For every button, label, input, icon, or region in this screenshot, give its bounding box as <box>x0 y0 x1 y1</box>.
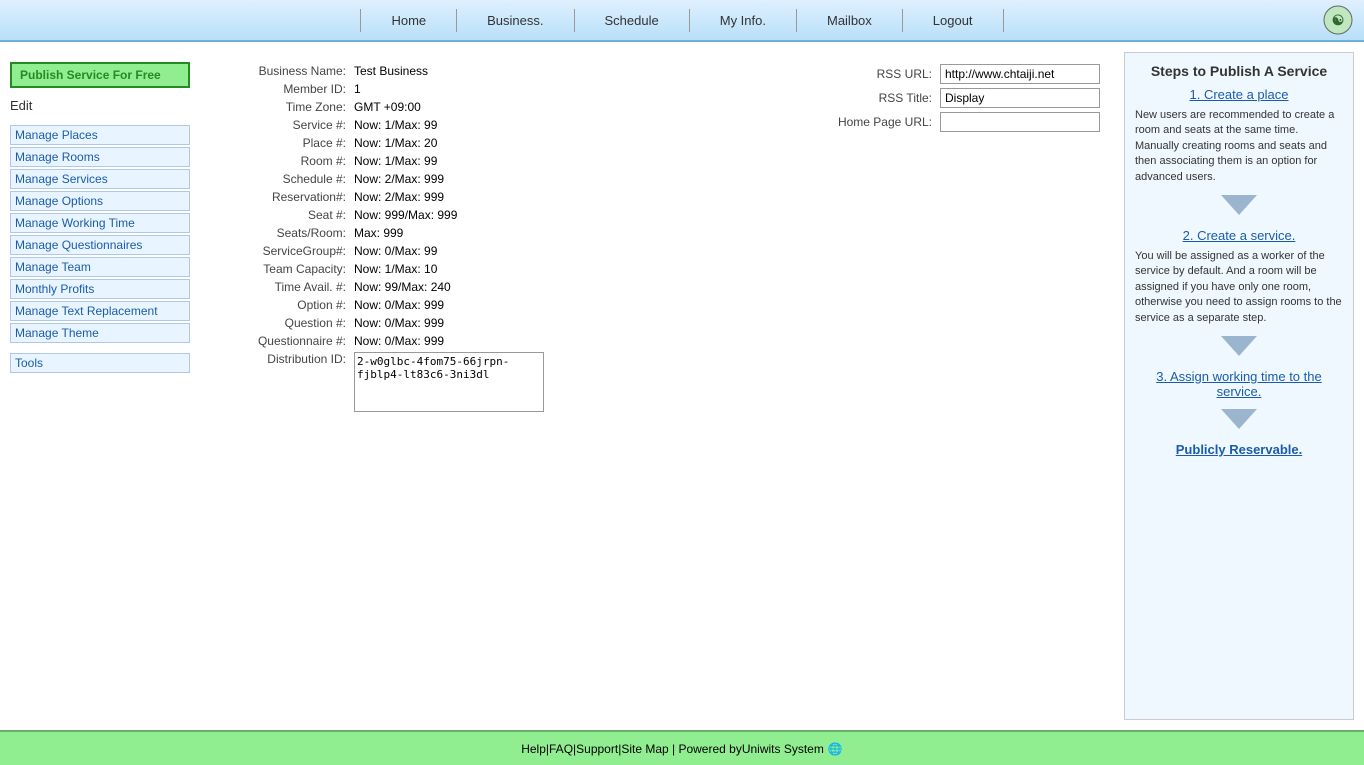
step2-text: You will be assigned as a worker of the … <box>1135 249 1343 326</box>
center-content: RSS URL: RSS Title: Home Page URL: <box>200 52 1114 720</box>
nav-home[interactable]: Home <box>360 9 457 32</box>
field-value-reservation-num: Now: 2/Max: 999 <box>350 188 740 206</box>
footer-bar: Help | FAQ | Support | Site Map | Powere… <box>0 730 1364 765</box>
field-value-servicegroup-num: Now: 0/Max: 99 <box>350 242 740 260</box>
field-value-service-num: Now: 1/Max: 99 <box>350 116 740 134</box>
edit-link[interactable]: Edit <box>10 98 190 113</box>
field-label-schedule-num: Schedule #: <box>210 170 350 188</box>
arrow-down-2 <box>1135 332 1343 363</box>
steps-panel: Steps to Publish A Service 1. Create a p… <box>1124 52 1354 720</box>
step3-link[interactable]: 3. Assign working time to the service. <box>1135 369 1343 399</box>
sidebar-item-manage-options[interactable]: Manage Options <box>10 191 190 211</box>
field-value-seat-num: Now: 999/Max: 999 <box>350 206 740 224</box>
field-label-question-num: Question #: <box>210 314 350 332</box>
field-value-questionnaire-num: Now: 0/Max: 999 <box>350 332 740 350</box>
field-label-time-zone: Time Zone: <box>210 98 350 116</box>
footer-faq-link[interactable]: FAQ <box>549 742 573 756</box>
arrow-down-3 <box>1135 405 1343 436</box>
field-label-place-num: Place #: <box>210 134 350 152</box>
top-navigation: Home Business. Schedule My Info. Mailbox… <box>0 0 1364 42</box>
field-value-room-num: Now: 1/Max: 99 <box>350 152 740 170</box>
rss-section: RSS URL: RSS Title: Home Page URL: <box>834 62 1104 134</box>
field-value-member-id: 1 <box>350 80 740 98</box>
svg-text:☯: ☯ <box>1332 12 1345 28</box>
sidebar-item-manage-services[interactable]: Manage Services <box>10 169 190 189</box>
field-value-time-avail-num: Now: 99/Max: 240 <box>350 278 740 296</box>
footer-sitemap-link[interactable]: Site Map <box>621 742 668 756</box>
sidebar-item-manage-theme[interactable]: Manage Theme <box>10 323 190 343</box>
main-content: Publish Service For Free Edit Manage Pla… <box>0 42 1364 730</box>
arrow-down-1 <box>1135 191 1343 222</box>
sidebar-item-manage-team[interactable]: Manage Team <box>10 257 190 277</box>
step1-text: New users are recommended to create a ro… <box>1135 108 1343 185</box>
nav-mailbox[interactable]: Mailbox <box>797 9 903 32</box>
top-logo: ☯ <box>1322 4 1354 36</box>
field-label-service-num: Service #: <box>210 116 350 134</box>
footer-help-link[interactable]: Help <box>521 742 546 756</box>
sidebar-item-manage-places[interactable]: Manage Places <box>10 125 190 145</box>
field-value-schedule-num: Now: 2/Max: 999 <box>350 170 740 188</box>
field-value-seats-room: Max: 999 <box>350 224 740 242</box>
field-label-business-name: Business Name: <box>210 62 350 80</box>
sidebar-item-manage-questionnaires[interactable]: Manage Questionnaires <box>10 235 190 255</box>
sidebar-item-manage-rooms[interactable]: Manage Rooms <box>10 147 190 167</box>
field-value-question-num: Now: 0/Max: 999 <box>350 314 740 332</box>
rss-title-input[interactable] <box>940 88 1100 108</box>
business-info-table: Business Name: Test Business Member ID: … <box>210 62 740 414</box>
field-value-distribution-id: 2-w0glbc-4fom75-66jrpn-fjblp4-lt83c6-3ni… <box>350 350 740 414</box>
business-info-area: RSS URL: RSS Title: Home Page URL: <box>210 62 1104 414</box>
field-label-member-id: Member ID: <box>210 80 350 98</box>
field-label-team-capacity: Team Capacity: <box>210 260 350 278</box>
distribution-id-textarea[interactable]: 2-w0glbc-4fom75-66jrpn-fjblp4-lt83c6-3ni… <box>354 352 544 412</box>
footer-powered-name-link[interactable]: Uniwits System <box>742 742 824 756</box>
field-label-time-avail-num: Time Avail. #: <box>210 278 350 296</box>
step1-link[interactable]: 1. Create a place <box>1135 87 1343 102</box>
field-label-seat-num: Seat #: <box>210 206 350 224</box>
field-label-distribution-id: Distribution ID: <box>210 350 350 414</box>
field-label-reservation-num: Reservation#: <box>210 188 350 206</box>
field-value-option-num: Now: 0/Max: 999 <box>350 296 740 314</box>
rss-url-label: RSS URL: <box>834 62 936 86</box>
publicly-reservable-label[interactable]: Publicly Reservable. <box>1135 442 1343 457</box>
distribution-id-container: 2-w0glbc-4fom75-66jrpn-fjblp4-lt83c6-3ni… <box>354 352 736 412</box>
field-label-questionnaire-num: Questionnaire #: <box>210 332 350 350</box>
step2-link[interactable]: 2. Create a service. <box>1135 228 1343 243</box>
sidebar-item-tools[interactable]: Tools <box>10 353 190 373</box>
home-page-url-label: Home Page URL: <box>834 110 936 134</box>
footer-globe-icon: 🌐 <box>828 742 843 756</box>
field-label-seats-room: Seats/Room: <box>210 224 350 242</box>
nav-logout[interactable]: Logout <box>903 9 1004 32</box>
field-value-time-zone: GMT +09:00 <box>350 98 740 116</box>
footer-powered-by: | Powered by <box>669 742 742 756</box>
nav-myinfo[interactable]: My Info. <box>690 9 797 32</box>
home-page-url-input[interactable] <box>940 112 1100 132</box>
nav-links: Home Business. Schedule My Info. Mailbox… <box>10 9 1354 32</box>
publish-service-button[interactable]: Publish Service For Free <box>10 62 190 88</box>
rss-url-input[interactable] <box>940 64 1100 84</box>
footer-support-link[interactable]: Support <box>576 742 618 756</box>
field-value-place-num: Now: 1/Max: 20 <box>350 134 740 152</box>
rss-title-label: RSS Title: <box>834 86 936 110</box>
rss-table: RSS URL: RSS Title: Home Page URL: <box>834 62 1104 134</box>
sidebar-item-manage-text-replacement[interactable]: Manage Text Replacement <box>10 301 190 321</box>
field-label-option-num: Option #: <box>210 296 350 314</box>
field-label-servicegroup-num: ServiceGroup#: <box>210 242 350 260</box>
steps-title: Steps to Publish A Service <box>1135 63 1343 79</box>
field-value-business-name: Test Business <box>350 62 740 80</box>
field-value-team-capacity: Now: 1/Max: 10 <box>350 260 740 278</box>
sidebar: Publish Service For Free Edit Manage Pla… <box>10 52 190 720</box>
sidebar-item-manage-working-time[interactable]: Manage Working Time <box>10 213 190 233</box>
field-label-room-num: Room #: <box>210 152 350 170</box>
sidebar-item-monthly-profits[interactable]: Monthly Profits <box>10 279 190 299</box>
nav-schedule[interactable]: Schedule <box>575 9 690 32</box>
nav-business[interactable]: Business. <box>457 9 574 32</box>
top-content-area: RSS URL: RSS Title: Home Page URL: <box>210 62 1104 414</box>
